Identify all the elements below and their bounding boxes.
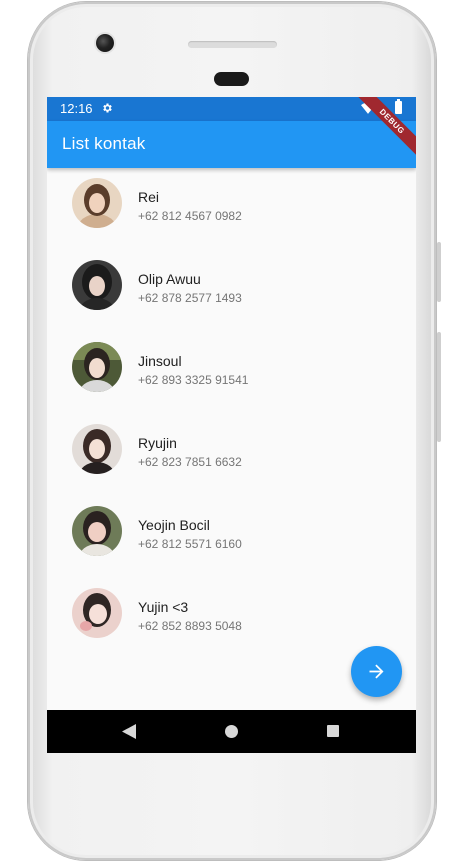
avatar [72,424,122,474]
avatar [72,342,122,392]
recents-icon[interactable] [327,725,339,737]
contact-name: Yeojin Bocil [138,517,210,533]
avatar [72,260,122,310]
contact-item[interactable]: Rei +62 812 4567 0982 [47,168,416,250]
device-screen: 12:16 List kontak DEBUG Rei +62 812 4567… [47,97,416,753]
contact-name: Jinsoul [138,353,182,369]
contact-phone: +62 823 7851 6632 [138,455,242,469]
home-icon[interactable] [225,725,238,738]
proximity-sensor [214,72,249,86]
back-icon[interactable] [122,724,136,739]
volume-button [437,332,441,442]
app-bar: List kontak [47,121,416,168]
contact-phone: +62 852 8893 5048 [138,619,242,633]
front-camera [96,34,114,52]
settings-gear-icon [103,103,112,113]
contact-name: Olip Awuu [138,271,201,287]
avatar-photo-icon [72,588,122,638]
contact-item[interactable]: Jinsoul +62 893 3325 91541 [47,332,416,414]
avatar-photo-icon [72,506,122,556]
contact-item[interactable]: Ryujin +62 823 7851 6632 [47,414,416,496]
avatar-photo-icon [72,424,122,474]
battery-icon [395,99,402,114]
contact-name: Yujin <3 [138,599,189,615]
status-bar: 12:16 [47,97,416,121]
status-time: 12:16 [60,101,93,116]
avatar [72,588,122,638]
contact-phone: +62 812 4567 0982 [138,209,242,223]
avatar-photo-icon [72,260,122,310]
contact-name: Ryujin [138,435,177,451]
contact-phone: +62 878 2577 1493 [138,291,242,305]
power-button [437,242,441,302]
avatar [72,178,122,228]
contact-item[interactable]: Yujin <3 +62 852 8893 5048 [47,578,416,660]
avatar [72,506,122,556]
contact-item[interactable]: Olip Awuu +62 878 2577 1493 [47,250,416,332]
contact-name: Rei [138,189,160,205]
arrow-forward-icon [369,664,384,679]
page-title: List kontak [62,134,146,153]
system-nav-bar [47,710,416,753]
next-fab-button[interactable] [351,646,402,697]
contact-phone: +62 893 3325 91541 [138,373,249,387]
avatar-photo-icon [72,342,122,392]
contact-item[interactable]: Yeojin Bocil +62 812 5571 6160 [47,496,416,578]
contact-phone: +62 812 5571 6160 [138,537,242,551]
avatar-photo-icon [72,178,122,228]
earpiece-speaker [188,41,277,48]
